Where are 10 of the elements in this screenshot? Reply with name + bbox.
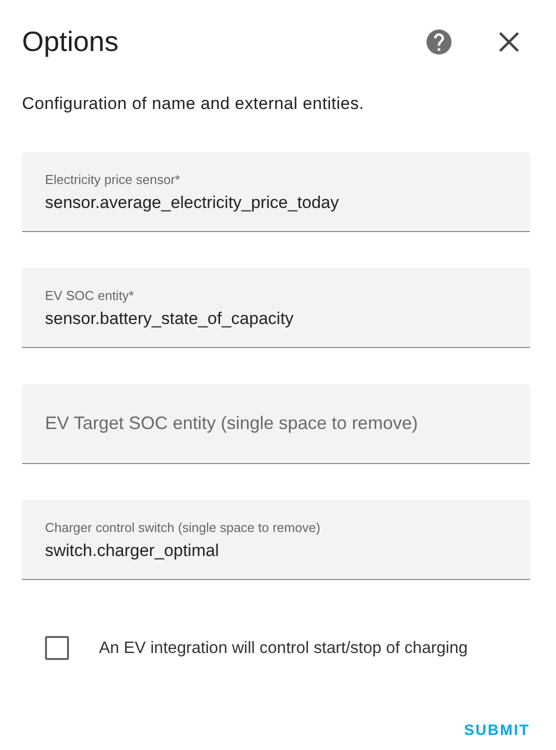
description-text: Configuration of name and external entities. (22, 94, 366, 114)
checkbox[interactable] (45, 636, 69, 660)
dialog-title: Options (22, 26, 120, 58)
text-field[interactable]: EV Target SOC entity (single space to remove) (22, 384, 530, 464)
text-field[interactable]: EV SOC entity* sensor.battery_state_of_capacity (22, 268, 530, 348)
text-field[interactable]: Electricity price sensor* sensor.average_electricity_price_today (22, 152, 530, 232)
close-icon[interactable] (498, 31, 520, 53)
help-icon[interactable] (424, 27, 454, 57)
checkbox-label: An EV integration will control start/stop of charging (99, 638, 468, 658)
text-field[interactable]: Charger control switch (single space to remove) switch.charger_optimal (22, 500, 530, 580)
